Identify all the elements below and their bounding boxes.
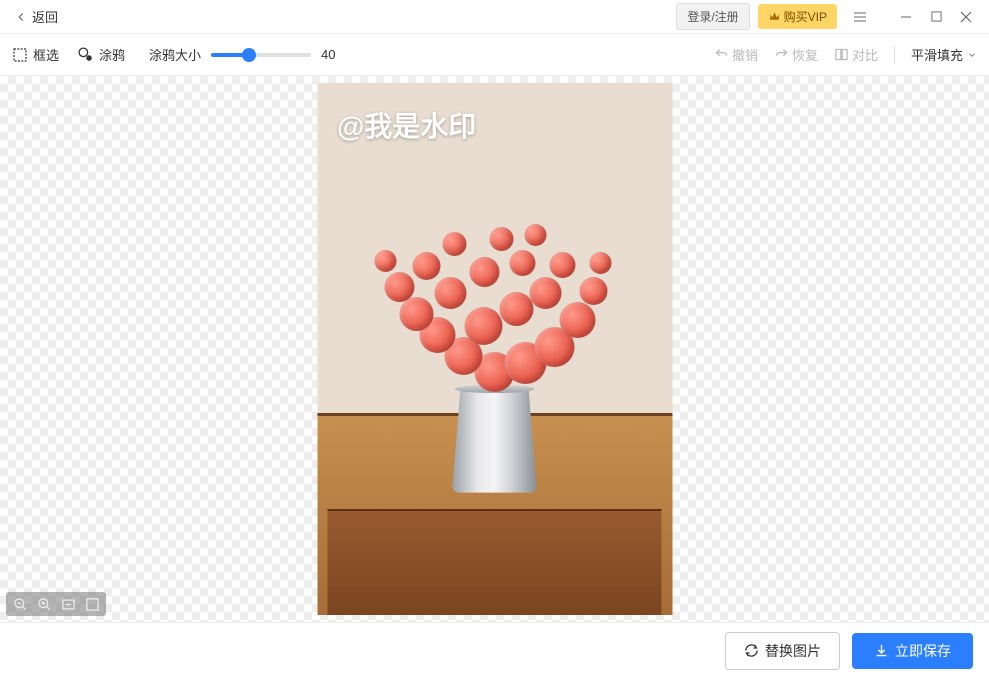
- edited-image[interactable]: @我是水印: [317, 83, 672, 615]
- zoom-in-icon: [37, 597, 52, 612]
- box-select-label: 框选: [33, 45, 59, 64]
- brush-size-value: 40: [321, 47, 351, 62]
- compare-icon: [834, 47, 849, 62]
- back-label: 返回: [32, 7, 58, 26]
- brush-size-slider[interactable]: [211, 53, 311, 57]
- brush-size-label: 涂鸦大小: [149, 45, 201, 64]
- fill-mode-label: 平滑填充: [911, 45, 963, 64]
- menu-button[interactable]: [845, 3, 875, 31]
- save-button[interactable]: 立即保存: [852, 633, 973, 669]
- save-label: 立即保存: [895, 641, 951, 661]
- undo-icon: [714, 47, 729, 62]
- replace-image-button[interactable]: 替换图片: [725, 632, 840, 670]
- redo-button[interactable]: 恢复: [774, 45, 818, 64]
- slider-thumb[interactable]: [242, 48, 256, 62]
- replace-label: 替换图片: [765, 641, 821, 661]
- close-icon: [960, 11, 972, 23]
- brush-tool[interactable]: 涂鸦: [77, 45, 125, 64]
- fit-screen-icon: [85, 597, 100, 612]
- login-button[interactable]: 登录/注册: [676, 3, 749, 30]
- box-select-icon: [12, 47, 28, 63]
- close-button[interactable]: [951, 3, 981, 31]
- fit-width-icon: [61, 597, 76, 612]
- box-select-tool[interactable]: 框选: [12, 45, 59, 64]
- undo-label: 撤销: [732, 45, 758, 64]
- chevron-down-icon: [967, 50, 977, 60]
- minimize-button[interactable]: [891, 3, 921, 31]
- fit-screen-button[interactable]: [83, 595, 101, 613]
- compare-label: 对比: [852, 45, 878, 64]
- toolbar-divider: [894, 46, 895, 64]
- watermark-text: @我是水印: [337, 105, 476, 145]
- canvas-area[interactable]: @我是水印: [0, 76, 989, 622]
- image-content: @我是水印: [317, 83, 672, 615]
- undo-button[interactable]: 撤销: [714, 45, 758, 64]
- fill-mode-dropdown[interactable]: 平滑填充: [911, 45, 977, 64]
- crown-icon: [768, 10, 781, 23]
- download-icon: [874, 643, 889, 658]
- redo-label: 恢复: [792, 45, 818, 64]
- zoom-out-button[interactable]: [11, 595, 29, 613]
- replace-icon: [744, 643, 759, 658]
- vip-label: 购买VIP: [784, 8, 827, 25]
- minimize-icon: [900, 11, 912, 23]
- zoom-in-button[interactable]: [35, 595, 53, 613]
- brush-label: 涂鸦: [99, 45, 125, 64]
- fit-width-button[interactable]: [59, 595, 77, 613]
- maximize-button[interactable]: [921, 3, 951, 31]
- redo-icon: [774, 47, 789, 62]
- brush-icon: [77, 46, 94, 63]
- maximize-icon: [931, 11, 942, 22]
- zoom-out-icon: [13, 597, 28, 612]
- arrow-left-icon: [14, 10, 28, 24]
- menu-icon: [852, 9, 868, 25]
- back-button[interactable]: 返回: [8, 3, 64, 30]
- compare-button[interactable]: 对比: [834, 45, 878, 64]
- vip-button[interactable]: 购买VIP: [758, 4, 837, 29]
- zoom-controls: [6, 592, 106, 616]
